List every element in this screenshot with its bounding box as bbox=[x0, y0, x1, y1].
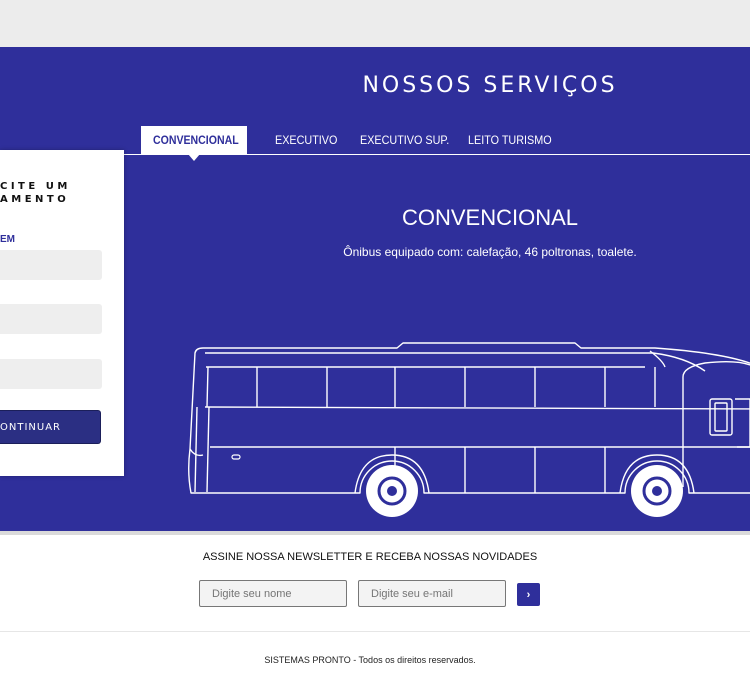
service-name: CONVENCIONAL bbox=[401, 205, 579, 230]
footer-copyright: SISTEMAS PRONTO - Todos os direitos rese… bbox=[200, 655, 540, 665]
newsletter-submit-button[interactable]: › bbox=[517, 583, 540, 606]
quote-form-title: CITE UM AMENTO bbox=[0, 181, 71, 205]
bus-outline-illustration bbox=[188, 342, 750, 517]
services-title: NOSSOS SERVIÇOS bbox=[362, 73, 618, 98]
hero-bottom-border bbox=[0, 531, 750, 535]
chevron-right-icon: › bbox=[526, 588, 531, 601]
footer-brand: SISTEMAS PRONTO bbox=[264, 655, 351, 665]
newsletter-heading: ASSINE NOSSA NEWSLETTER E RECEBA NOSSAS … bbox=[202, 551, 538, 563]
top-bar bbox=[0, 0, 750, 47]
active-tab-caret bbox=[188, 154, 200, 161]
footer-divider bbox=[0, 631, 750, 632]
newsletter-email-input[interactable] bbox=[358, 580, 506, 607]
date-input[interactable] bbox=[0, 359, 102, 389]
service-description: Ônibus equipado com: calefação, 46 poltr… bbox=[343, 245, 637, 259]
continue-button[interactable]: ONTINUAR bbox=[0, 410, 101, 444]
footer-text: - Todos os direitos reservados. bbox=[350, 655, 476, 665]
tab-label: CONVENCIONAL bbox=[153, 133, 239, 147]
tab-leito-turismo[interactable]: LEITO TURISMO bbox=[468, 126, 552, 154]
tabs-divider bbox=[124, 154, 750, 155]
tab-convencional[interactable]: CONVENCIONAL bbox=[141, 126, 247, 154]
destination-input[interactable] bbox=[0, 304, 102, 334]
tab-executivo-sup[interactable]: EXECUTIVO SUP. bbox=[360, 126, 449, 154]
quote-form-label: EM bbox=[0, 234, 15, 245]
tab-executivo[interactable]: EXECUTIVO bbox=[275, 126, 337, 154]
origin-input[interactable] bbox=[0, 250, 102, 280]
newsletter-name-input[interactable] bbox=[199, 580, 347, 607]
